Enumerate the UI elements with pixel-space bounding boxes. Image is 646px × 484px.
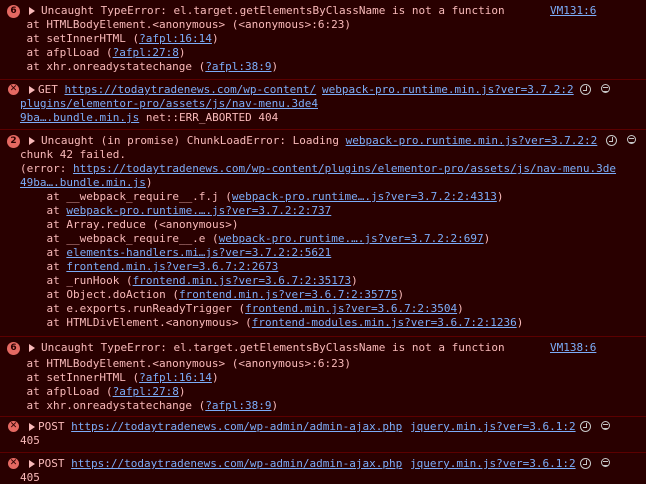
stack-frame: at _runHook (frontend.min.js?ver=3.6.7:2… — [20, 274, 358, 287]
stack-frame: at afplLoad (?afpl:27:8) — [0, 46, 186, 59]
stack-frame: at HTMLBodyElement.<anonymous> (<anonymo… — [0, 18, 351, 31]
request-status: 9ba….bundle.min.js net::ERR_ABORTED 404 — [20, 111, 279, 124]
error-url-line: 49ba….bundle.min.js) — [20, 176, 153, 189]
network-inspect-icon[interactable] — [580, 458, 591, 469]
expand-triangle-icon[interactable] — [29, 344, 35, 352]
error-message: Uncaught TypeError: el.target.getElement… — [41, 341, 505, 354]
stack-frame: at xhr.onreadystatechange (?afpl:38:9) — [0, 60, 279, 73]
console-entry-typeerror-2: 6 Uncaught TypeError: el.target.getEleme… — [0, 336, 646, 416]
stack-link[interactable]: frontend.min.js?ver=3.6.7:2:2673 — [66, 260, 278, 273]
stack-link[interactable]: elements-handlers.mi…js?ver=3.7.2:2:5621 — [66, 246, 331, 259]
source-link[interactable]: VM131:6 — [550, 4, 596, 17]
stack-frame: at webpack-pro.runtime.….js?ver=3.7.2:2:… — [20, 204, 332, 217]
stack-frame: at setInnerHTML (?afpl:16:14) — [0, 371, 219, 384]
error-message: Uncaught TypeError: el.target.getElement… — [41, 4, 505, 17]
repeat-count-badge: 6 — [7, 5, 20, 18]
request-url[interactable]: https://todaytradenews.com/wp-admin/admi… — [71, 457, 402, 470]
stack-frame: at Array.reduce (<anonymous>) — [20, 218, 239, 231]
stack-frame: at HTMLBodyElement.<anonymous> (<anonymo… — [0, 357, 351, 370]
search-network-icon[interactable] — [601, 458, 610, 470]
stack-link[interactable]: ?afpl:16:14 — [139, 371, 212, 384]
console-entry-chunkloaderror: 2 Uncaught (in promise) ChunkLoadError: … — [0, 129, 646, 336]
search-network-icon[interactable] — [627, 135, 636, 147]
console-entry-get-404: ✕ GET https://todaytradenews.com/wp-cont… — [0, 79, 646, 129]
stack-link[interactable]: webpack-pro.runtime….js?ver=3.7.2:2:4313 — [232, 190, 497, 203]
stack-link[interactable]: ?afpl:27:8 — [113, 385, 179, 398]
error-icon: ✕ — [8, 458, 19, 469]
expand-triangle-icon[interactable] — [29, 423, 35, 431]
stack-link[interactable]: webpack-pro.runtime.….js?ver=3.7.2:2:697 — [219, 232, 484, 245]
stack-frame: at setInnerHTML (?afpl:16:14) — [0, 32, 219, 45]
network-inspect-icon[interactable] — [580, 421, 591, 432]
stack-frame: at elements-handlers.mi…js?ver=3.7.2:2:5… — [20, 246, 332, 259]
stack-frame: at afplLoad (?afpl:27:8) — [0, 385, 186, 398]
request-status: 405 — [20, 434, 40, 447]
stack-frame: at xhr.onreadystatechange (?afpl:38:9) — [0, 399, 279, 412]
console-entry-typeerror-1: 6 Uncaught TypeError: el.target.getEleme… — [0, 0, 646, 79]
stack-link[interactable]: frontend.min.js?ver=3.6.7:2:3504 — [245, 302, 457, 315]
request-url[interactable]: https://todaytradenews.com/wp-admin/admi… — [71, 420, 402, 433]
expand-triangle-icon[interactable] — [29, 460, 35, 468]
error-url-line: (error: https://todaytradenews.com/wp-co… — [20, 162, 617, 175]
stack-frame: at frontend.min.js?ver=3.6.7:2:2673 — [20, 260, 279, 273]
stack-link[interactable]: frontend-modules.min.js?ver=3.6.7:2:1236 — [252, 316, 517, 329]
stack-frame: at __webpack_require__.f.j (webpack-pro.… — [20, 190, 504, 203]
source-link[interactable]: webpack-pro.runtime.min.js?ver=3.7.2:2 — [346, 134, 598, 147]
chunk-url[interactable]: 49ba….bundle.min.js — [20, 176, 146, 189]
stack-link[interactable]: webpack-pro.runtime.….js?ver=3.7.2:2:737 — [66, 204, 331, 217]
request-line: POST https://todaytradenews.com/wp-admin… — [38, 420, 403, 433]
source-link[interactable]: jquery.min.js?ver=3.6.1:2 — [410, 420, 576, 433]
search-network-icon[interactable] — [601, 421, 610, 433]
request-url-cont[interactable]: plugins/elementor-pro/assets/js/nav-menu… — [20, 97, 318, 110]
request-line: POST https://todaytradenews.com/wp-admin… — [38, 457, 403, 470]
error-icon: ✕ — [8, 84, 19, 95]
stack-link[interactable]: ?afpl:27:8 — [113, 46, 179, 59]
stack-link[interactable]: ?afpl:16:14 — [139, 32, 212, 45]
stack-link[interactable]: ?afpl:38:9 — [205, 399, 271, 412]
stack-frame: at e.exports.runReadyTrigger (frontend.m… — [20, 302, 464, 315]
repeat-count-badge: 6 — [7, 342, 20, 355]
request-url-cont[interactable]: 9ba….bundle.min.js — [20, 111, 139, 124]
network-inspect-icon[interactable] — [606, 135, 617, 146]
error-message: Uncaught (in promise) ChunkLoadError: Lo… — [41, 134, 598, 147]
repeat-count-badge: 2 — [7, 135, 20, 148]
source-link[interactable]: jquery.min.js?ver=3.6.1:2 — [410, 457, 576, 470]
stack-frame: at Object.doAction (frontend.min.js?ver=… — [20, 288, 405, 301]
stack-link[interactable]: frontend.min.js?ver=3.6.7:2:35173 — [133, 274, 352, 287]
request-url[interactable]: https://todaytradenews.com/wp-content/ — [65, 83, 317, 96]
console-entry-post-405-2: ✕ POST https://todaytradenews.com/wp-adm… — [0, 452, 646, 484]
console-entry-post-405-1: ✕ POST https://todaytradenews.com/wp-adm… — [0, 416, 646, 452]
stack-link[interactable]: frontend.min.js?ver=3.6.7:2:35775 — [179, 288, 398, 301]
expand-triangle-icon[interactable] — [29, 137, 35, 145]
stack-link[interactable]: ?afpl:38:9 — [205, 60, 271, 73]
expand-triangle-icon[interactable] — [29, 86, 35, 94]
error-icon: ✕ — [8, 421, 19, 432]
network-inspect-icon[interactable] — [580, 84, 591, 95]
source-link[interactable]: webpack-pro.runtime.min.js?ver=3.7.2:2 — [322, 83, 574, 96]
expand-triangle-icon[interactable] — [29, 7, 35, 15]
request-line: GET https://todaytradenews.com/wp-conten… — [38, 83, 317, 96]
error-message-cont: chunk 42 failed. — [20, 148, 126, 161]
chunk-url[interactable]: https://todaytradenews.com/wp-content/pl… — [73, 162, 616, 175]
search-network-icon[interactable] — [601, 84, 610, 96]
source-link[interactable]: VM138:6 — [550, 341, 596, 354]
stack-frame: at __webpack_require__.e (webpack-pro.ru… — [20, 232, 491, 245]
stack-frame: at HTMLDivElement.<anonymous> (frontend-… — [20, 316, 524, 329]
